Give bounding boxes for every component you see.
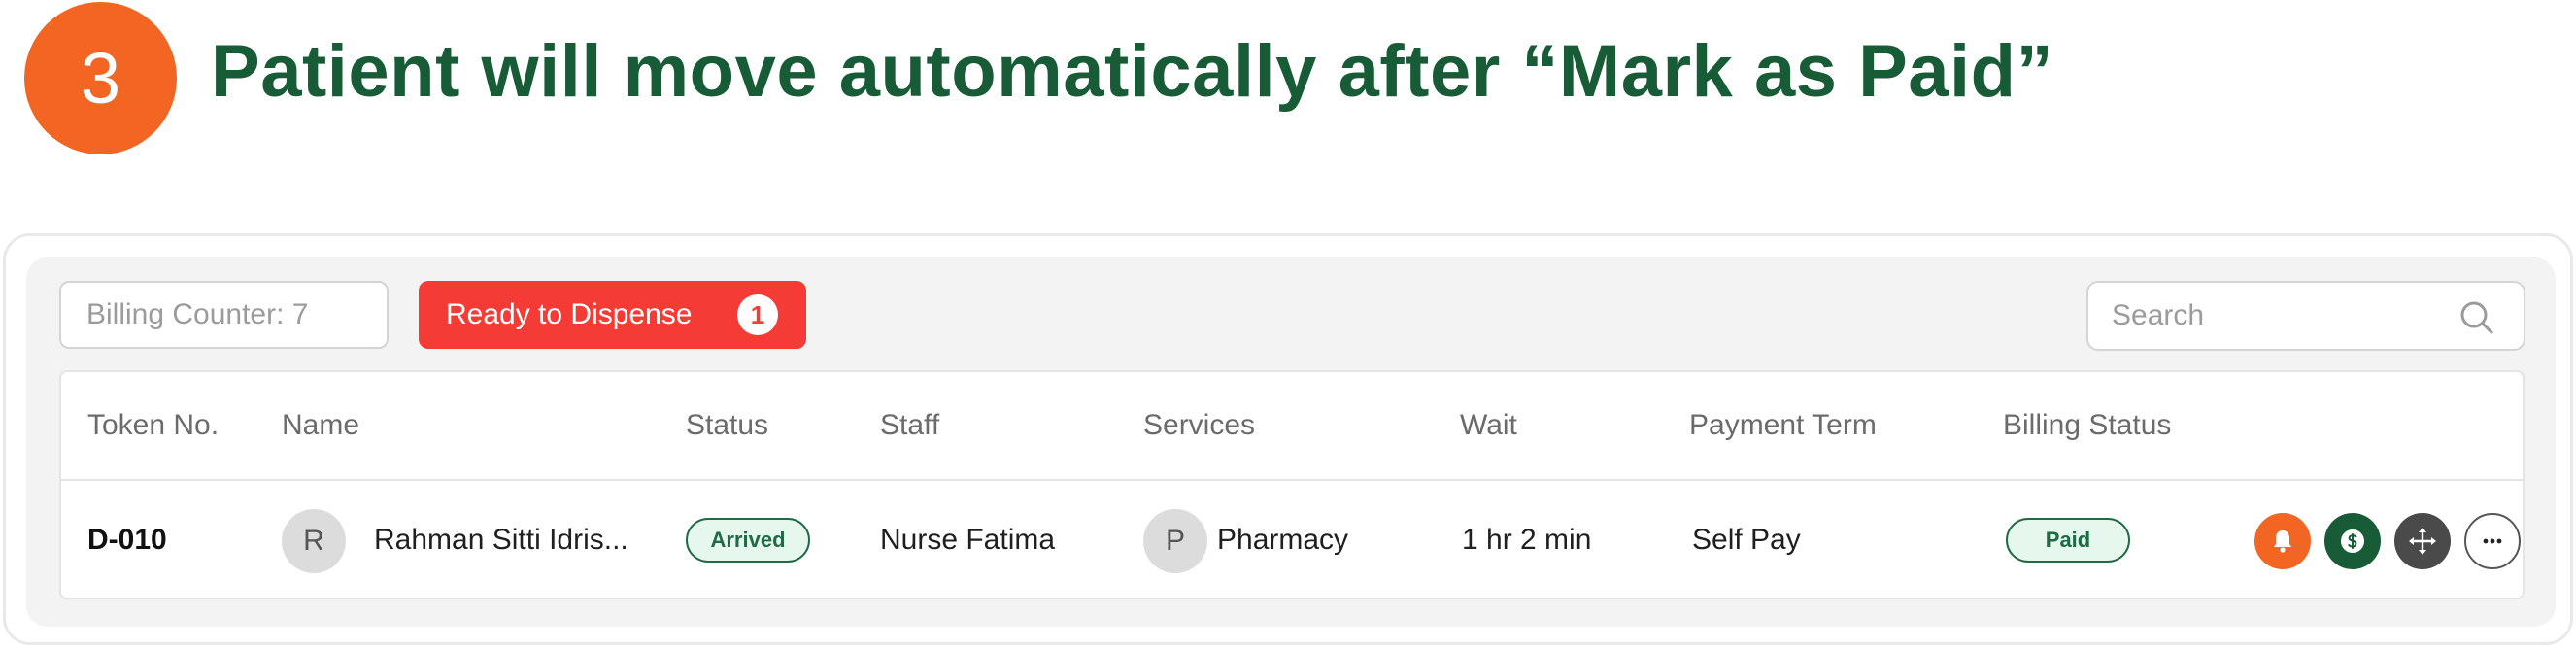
more-icon <box>2483 538 2502 544</box>
service-cell: Pharmacy <box>1217 524 1349 556</box>
search-field[interactable] <box>2086 281 2525 351</box>
status-badge: Arrived <box>686 518 810 563</box>
step-number-badge: 3 <box>24 2 177 154</box>
billing-card: Billing Counter: 7 Ready to Dispense 1 T… <box>3 233 2573 645</box>
patient-name[interactable]: Rahman Sitti Idris... <box>374 481 628 599</box>
billing-status-badge: Paid <box>2006 518 2130 563</box>
token-cell: D-010 <box>87 524 167 556</box>
header-billing-status: Billing Status <box>2003 409 2172 441</box>
patient-table: Token No. Name Status Staff Services Wai… <box>59 370 2525 599</box>
payment-term-cell: Self Pay <box>1692 524 1801 556</box>
staff-cell: Nurse Fatima <box>880 524 1056 556</box>
wait-cell: 1 hr 2 min <box>1462 524 1592 556</box>
table-header: Token No. Name Status Staff Services Wai… <box>61 372 2523 481</box>
billing-panel: Billing Counter: 7 Ready to Dispense 1 T… <box>26 257 2556 627</box>
header-wait: Wait <box>1460 409 1517 441</box>
notify-button[interactable] <box>2254 513 2311 569</box>
bell-icon <box>2274 530 2291 553</box>
dollar-icon <box>2341 529 2364 553</box>
move-button[interactable] <box>2394 513 2451 569</box>
header-status: Status <box>686 409 769 441</box>
billing-counter-filter[interactable]: Billing Counter: 7 <box>59 281 389 349</box>
mark-paid-button[interactable] <box>2324 513 2381 569</box>
ready-to-dispense-label: Ready to Dispense <box>446 298 693 330</box>
header-token: Token No. <box>87 409 220 441</box>
header-payment-term: Payment Term <box>1689 409 1877 441</box>
move-icon <box>2409 528 2436 555</box>
table-row[interactable]: D-010 R Rahman Sitti Idris... Arrived Nu… <box>61 481 2523 599</box>
search-icon[interactable] <box>2457 298 2496 337</box>
header-name: Name <box>282 409 360 441</box>
avatar: R <box>282 509 346 573</box>
service-avatar: P <box>1143 509 1207 573</box>
more-options-button[interactable] <box>2464 513 2521 569</box>
ready-to-dispense-button[interactable]: Ready to Dispense 1 <box>419 281 806 349</box>
search-input[interactable] <box>2112 292 2442 339</box>
step-header: 3 Patient will move automatically after … <box>0 0 2576 165</box>
header-staff: Staff <box>880 409 940 441</box>
header-services: Services <box>1143 409 1256 441</box>
step-title: Patient will move automatically after “M… <box>211 30 2054 113</box>
ready-count-badge: 1 <box>737 294 778 335</box>
